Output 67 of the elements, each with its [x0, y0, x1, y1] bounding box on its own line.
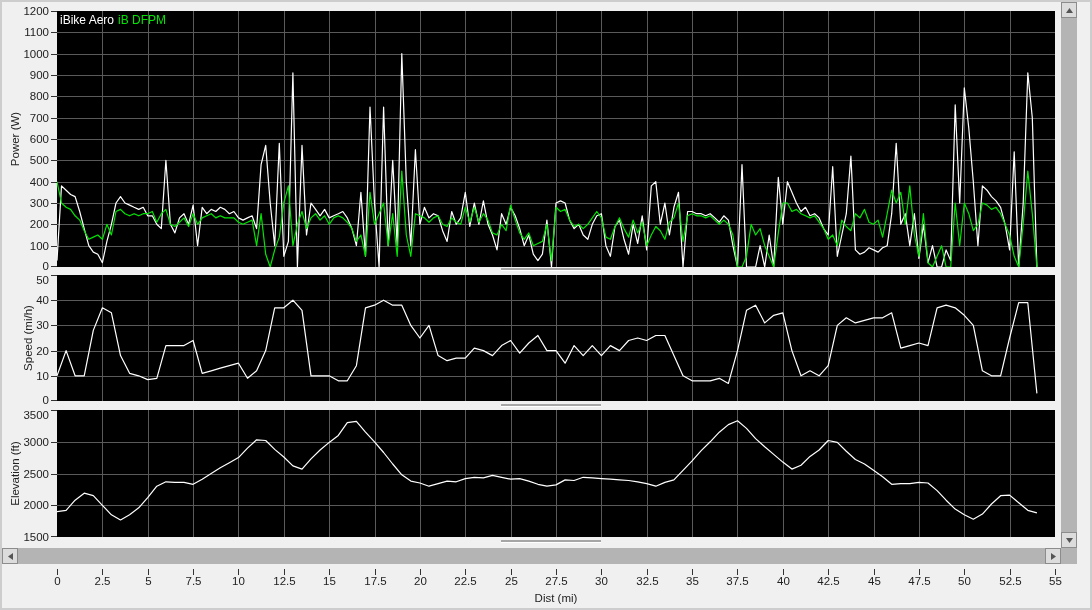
vertical-scrollbar[interactable] — [1061, 2, 1077, 548]
y-tick-label: 700 — [29, 111, 49, 124]
y-tick-label: 30 — [36, 319, 49, 332]
x-tick-label: 0 — [54, 575, 61, 587]
y-tick-label: 1200 — [23, 5, 49, 17]
y-axis-title: Power (W) — [9, 111, 22, 167]
up-triangle-icon — [1065, 7, 1073, 13]
y-tick-label: 20 — [36, 344, 49, 357]
splitter-handle[interactable] — [501, 540, 601, 542]
x-tick-label: 42.5 — [817, 575, 840, 587]
splitter-handle[interactable] — [501, 404, 601, 406]
y-tick-label: 40 — [36, 294, 49, 307]
x-tick-label: 47.5 — [908, 575, 931, 587]
y-tick-label: 400 — [29, 175, 49, 188]
y-axis-title: Elevation (ft) — [9, 441, 22, 506]
x-tick-label: 7.5 — [185, 575, 202, 587]
x-tick-label: 17.5 — [364, 575, 387, 587]
x-tick-label: 5 — [145, 575, 152, 587]
scroll-down-button[interactable] — [1061, 532, 1077, 548]
y-tick-label: 300 — [29, 197, 49, 209]
legend-label: iBike Aero — [60, 13, 115, 27]
x-tick-label: 2.5 — [94, 575, 111, 587]
x-tick-label: 50 — [958, 575, 971, 587]
horizontal-scrollbar[interactable] — [2, 548, 1061, 564]
scroll-up-button[interactable] — [1061, 2, 1077, 18]
x-tick-label: 40 — [777, 575, 790, 587]
x-axis-title: Dist (mi) — [534, 592, 578, 604]
x-tick-label: 10 — [232, 575, 245, 587]
y-tick-label: 900 — [29, 69, 49, 81]
y-tick-label: 600 — [29, 133, 49, 145]
y-tick-label: 100 — [29, 239, 49, 252]
x-tick-label: 25 — [505, 575, 518, 587]
y-tick-label: 10 — [36, 369, 49, 382]
splitter-handle[interactable] — [501, 268, 601, 270]
x-tick-label: 52.5 — [999, 575, 1022, 587]
y-tick-label: 1500 — [23, 531, 49, 543]
y-tick-label: 3000 — [23, 435, 49, 448]
y-tick-label: 1000 — [23, 47, 49, 60]
down-triangle-icon — [1065, 537, 1073, 543]
y-tick-label: 500 — [29, 154, 49, 167]
y-axis-title: Speed (mi/h) — [22, 305, 35, 371]
left-triangle-icon — [7, 552, 13, 560]
x-tick-label: 35 — [686, 575, 699, 587]
scroll-right-button[interactable] — [1045, 548, 1061, 564]
y-tick-label: 1100 — [24, 26, 49, 39]
scroll-left-button[interactable] — [2, 548, 18, 564]
y-tick-label: 3500 — [23, 408, 49, 421]
y-tick-label: 800 — [29, 90, 49, 103]
x-tick-label: 22.5 — [454, 575, 477, 587]
right-triangle-icon — [1050, 552, 1056, 560]
y-tick-label: 200 — [29, 218, 49, 231]
x-tick-label: 55 — [1049, 575, 1062, 587]
x-tick-label: 20 — [414, 575, 427, 587]
x-tick-label: 37.5 — [726, 575, 749, 587]
x-tick-label: 27.5 — [545, 575, 568, 587]
y-tick-label: 2500 — [23, 467, 49, 480]
y-tick-label: 2000 — [23, 499, 49, 512]
y-tick-label: 0 — [42, 393, 49, 406]
x-tick-label: 30 — [595, 575, 608, 587]
scrollbar-corner — [1061, 548, 1077, 564]
x-tick-label: 15 — [323, 575, 336, 587]
x-tick-label: 32.5 — [636, 575, 659, 587]
y-tick-label: 50 — [36, 273, 49, 286]
legend-label: iB DFPM — [118, 13, 167, 27]
x-tick-label: 45 — [868, 575, 881, 587]
x-tick-label: 12.5 — [273, 575, 296, 587]
y-tick-label: 0 — [42, 259, 49, 272]
